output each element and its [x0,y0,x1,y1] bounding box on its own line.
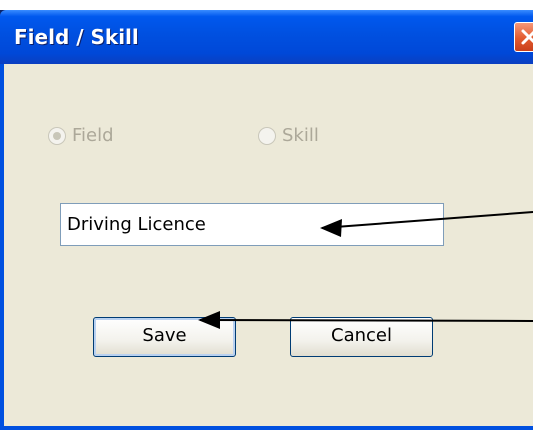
skill-radio-circle [258,126,276,145]
title-bar[interactable]: Field / Skill [0,10,533,64]
save-button[interactable]: Save [93,317,236,357]
field-radio-label: Field [72,125,114,146]
screenshot-stage: Field / Skill Field Skill Save Cancel [0,0,533,430]
field-radio-circle [48,126,66,145]
close-icon [521,29,533,45]
close-button[interactable] [514,22,533,52]
window-title: Field / Skill [14,25,139,49]
skill-radio[interactable]: Skill [258,125,319,146]
field-radio[interactable]: Field [48,125,114,146]
skill-radio-label: Skill [282,125,319,146]
cancel-button[interactable]: Cancel [290,317,433,357]
window-bottom-border [0,426,533,430]
field-name-input[interactable] [60,203,444,246]
field-radio-selected-dot [53,131,61,140]
